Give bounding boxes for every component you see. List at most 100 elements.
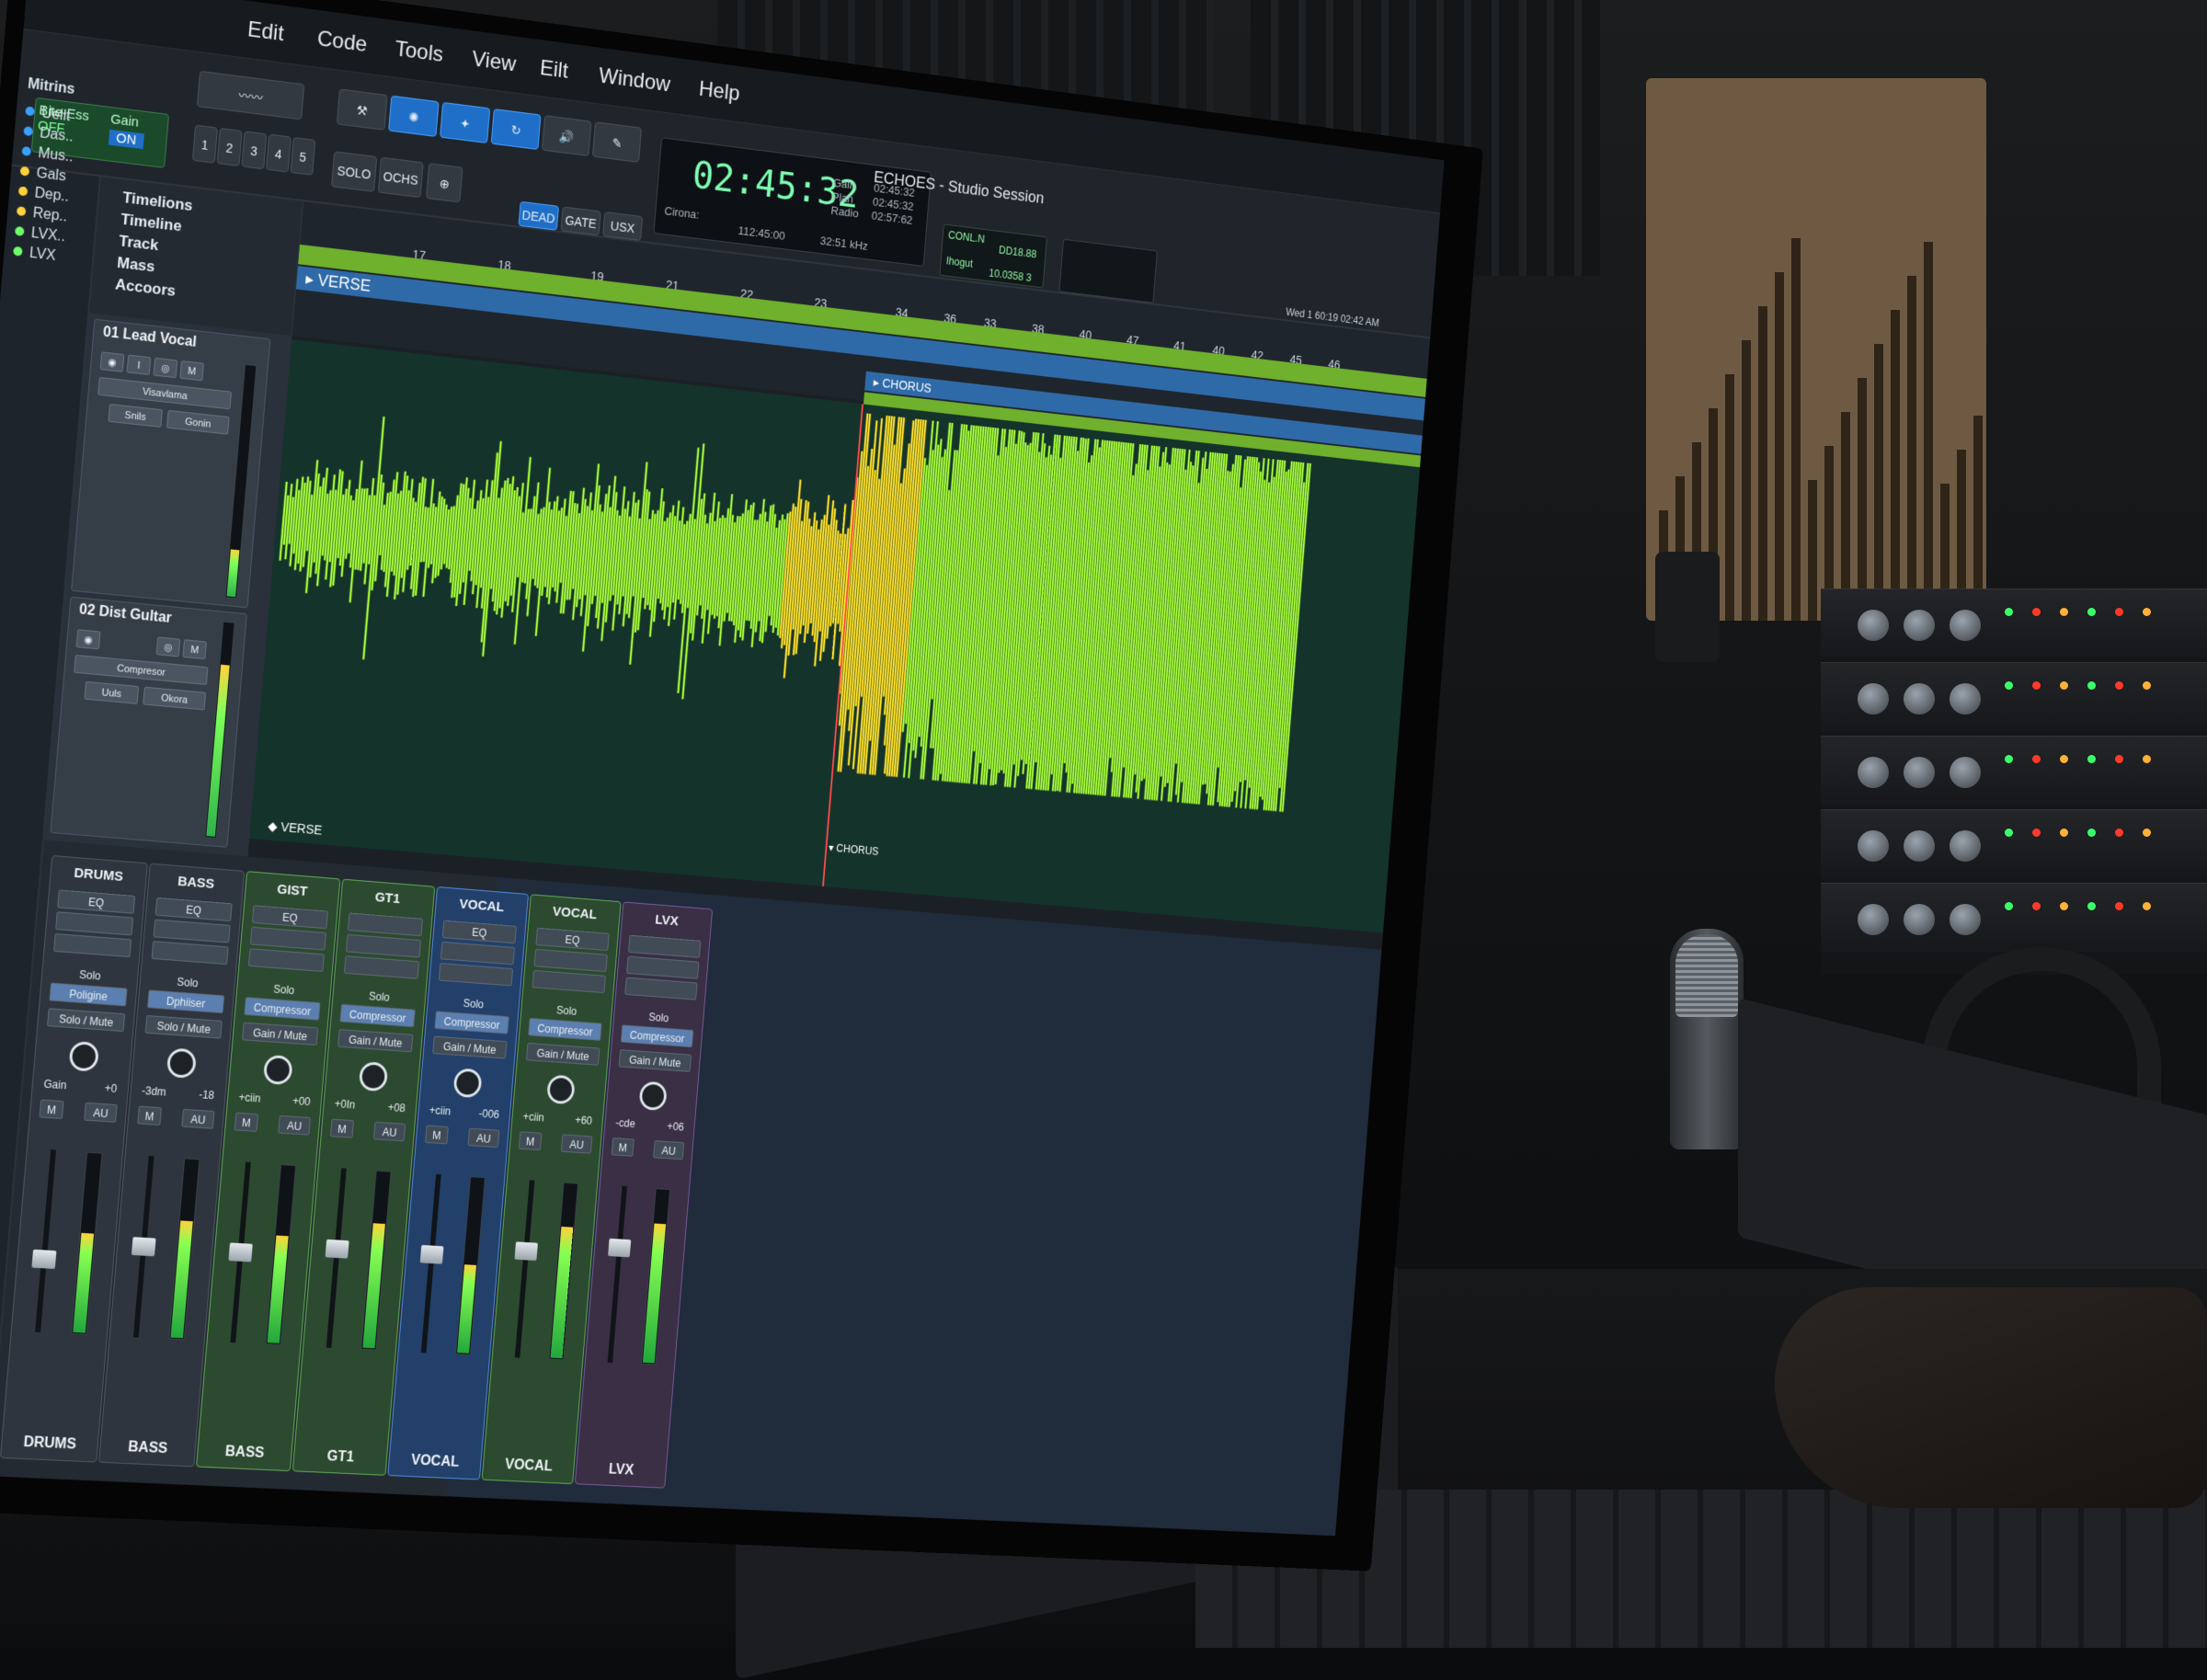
sidebar-item-8[interactable]: LVX [13,244,56,265]
gain-mute-button[interactable]: Solo / Mute [145,1015,223,1039]
ruler-row-track[interactable]: Track [119,232,160,255]
automation-button[interactable]: AU [84,1103,118,1123]
automation-button[interactable]: AU [278,1115,311,1136]
eq-slot[interactable]: EQ [252,905,328,929]
track-lead-vocal[interactable]: 01 Lead Vocal ◉ I ◎ M Visavlama Snils Go… [71,319,270,609]
mute-icon[interactable]: M [182,639,207,659]
track-name[interactable]: 02 Dist Gultar [78,602,172,627]
gain-mute-button[interactable]: Gain / Mute [337,1029,413,1052]
menu-view[interactable]: View [471,47,517,77]
record-icon[interactable]: ◉ [76,629,101,649]
ochs-button[interactable]: OCHS [378,157,424,198]
pan-knob-icon[interactable] [452,1068,482,1098]
volume-fader[interactable] [35,1149,56,1332]
fader-cap[interactable] [514,1241,538,1261]
volume-fader[interactable] [326,1168,347,1348]
mute-icon[interactable]: M [519,1131,543,1150]
input-icon[interactable]: ◎ [156,636,181,657]
gain-mute-button[interactable]: Gain / Mute [242,1023,318,1046]
menu-tools[interactable]: Tools [394,37,444,68]
insert-slot-a[interactable] [250,927,326,951]
mute-icon[interactable]: M [179,360,204,381]
sidebar-item-6[interactable]: Rep.. [16,203,67,225]
volume-fader[interactable] [133,1156,154,1338]
pan-knob-icon[interactable] [638,1081,668,1112]
plugin-slot[interactable]: Compressor [434,1011,509,1034]
insert-slot-a[interactable] [346,934,421,958]
insert-slot-a[interactable] [440,942,515,965]
automation-button[interactable]: AU [653,1140,684,1160]
pan-knob-icon[interactable] [546,1074,576,1104]
insert-slot-b[interactable] [532,970,606,993]
mute-icon[interactable]: M [234,1113,258,1132]
num-1-button[interactable]: 1 [192,125,218,164]
solo-button[interactable]: SOLO [331,151,377,192]
wrench-icon[interactable]: ⚒ [337,88,388,130]
ruler-row-accoors[interactable]: Accoors [114,276,176,301]
record-icon[interactable]: ◉ [100,351,125,371]
insert-slot-b[interactable] [53,933,132,957]
mute-icon[interactable]: M [137,1106,162,1126]
fader-cap[interactable] [326,1240,349,1259]
insert-slot-b[interactable] [152,941,229,965]
input-icon[interactable]: I [127,355,152,375]
gain-mute-button[interactable]: Gain / Mute [432,1036,507,1059]
fader-cap[interactable] [31,1250,56,1269]
ruler-row-timeline[interactable]: Timeline [120,211,183,236]
automation-button[interactable]: AU [373,1122,406,1142]
track-button-a[interactable]: Uuls [84,681,139,704]
sidebar-item-7[interactable]: LVX.. [15,223,66,246]
num-2-button[interactable]: 2 [217,128,243,166]
volume-fader[interactable] [421,1174,441,1353]
automation-button[interactable]: AU [467,1128,499,1149]
menu-help[interactable]: Help [698,77,741,107]
insert-slot-b[interactable] [248,948,325,972]
loop-tool-icon[interactable]: ↻ [491,109,542,150]
menu-edit[interactable]: Edit [246,17,285,47]
track-name[interactable]: 01 Lead Vocal [102,325,197,351]
track-button-b[interactable]: Okora [143,687,206,711]
monitor-icon[interactable]: ◎ [153,358,177,378]
waveform-tool-button[interactable]: 〰〰 [197,71,304,120]
num-4-button[interactable]: 4 [266,134,292,173]
plugin-slot[interactable]: Poligine [49,983,127,1007]
plugin-slot[interactable]: Dphiiser [147,989,224,1013]
num-3-button[interactable]: 3 [241,131,267,169]
insert-slot-b[interactable] [624,977,697,1000]
fader-cap[interactable] [132,1237,156,1256]
insert-slot-a[interactable] [55,911,133,935]
plugin-slot[interactable]: Compressor [244,997,320,1021]
insert-slot-a[interactable] [626,956,699,979]
volume-fader[interactable] [515,1180,535,1357]
pan-knob-icon[interactable] [68,1041,99,1072]
eq-slot[interactable]: EQ [57,889,135,913]
volume-fader[interactable] [230,1162,250,1343]
track-button-a[interactable]: Snils [108,404,163,428]
menu-code[interactable]: Code [316,27,368,58]
fader-cap[interactable] [420,1245,444,1264]
fader-cap[interactable] [228,1242,252,1262]
pan-knob-icon[interactable] [359,1061,389,1091]
sidebar-item-5[interactable]: Dep.. [17,183,69,205]
eq-slot[interactable] [348,912,423,936]
eq-slot[interactable]: EQ [535,928,609,951]
track-dist-guitar[interactable]: 02 Dist Gultar ◉ ◎ M Compresor Uuls Okor… [50,597,246,848]
selector-tool-icon[interactable]: ✺ [388,96,440,137]
usx-button[interactable]: USX [602,211,643,241]
speaker-icon[interactable]: 🔊 [542,115,591,156]
mute-icon[interactable]: M [425,1125,449,1144]
insert-slot-a[interactable] [533,949,607,972]
eq-slot[interactable]: EQ [442,920,517,944]
dead-button[interactable]: DEAD [518,201,559,231]
gate-button[interactable]: GATE [560,206,600,235]
menu-window[interactable]: Window [598,63,671,97]
num-5-button[interactable]: 5 [290,137,315,176]
eq-slot[interactable] [628,935,701,958]
gain-mute-button[interactable]: Gain / Mute [619,1049,692,1072]
insert-slot-b[interactable] [439,963,513,986]
fader-cap[interactable] [608,1239,631,1258]
mute-icon[interactable]: M [330,1119,354,1138]
eq-slot[interactable]: EQ [155,897,233,921]
record-panel[interactable] [1058,239,1157,303]
insert-slot[interactable]: Compresor [74,655,208,685]
